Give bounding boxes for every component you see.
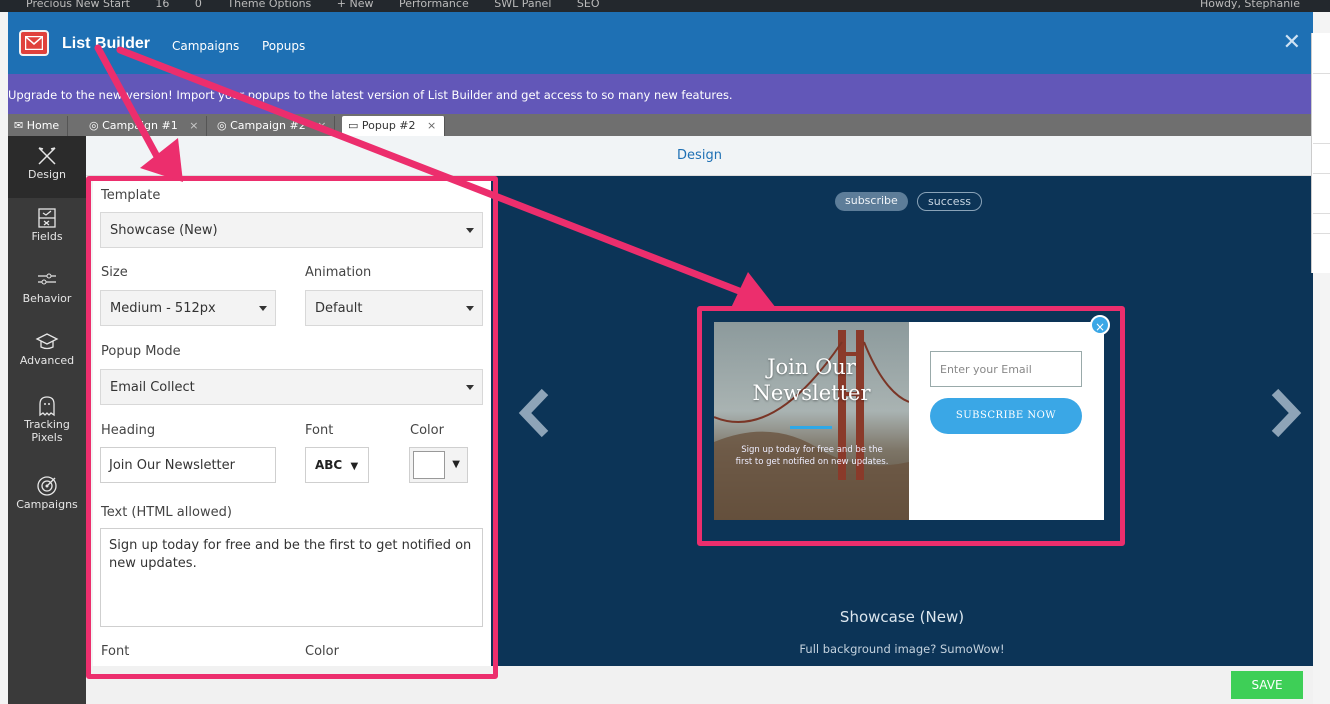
annotation-arrows <box>94 44 776 310</box>
